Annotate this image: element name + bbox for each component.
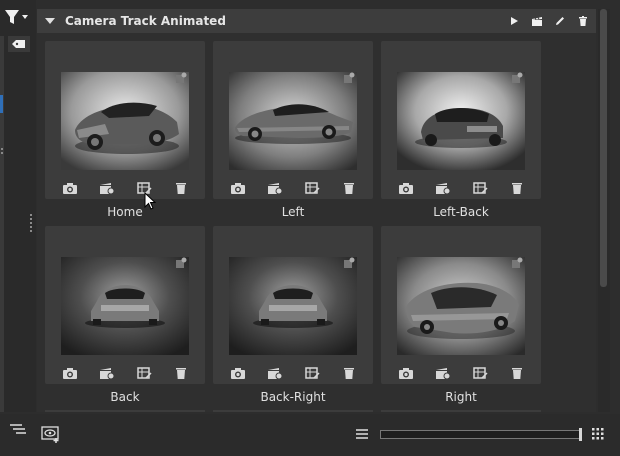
card-frame [45, 226, 205, 384]
grid-dots-icon[interactable] [591, 427, 605, 441]
eye-add-icon[interactable] [40, 424, 62, 444]
card-label: Right [445, 390, 477, 404]
card-toolbar [213, 364, 373, 382]
frame-edit-icon[interactable] [471, 365, 489, 381]
panel-header[interactable]: Camera Track Animated [37, 9, 596, 33]
keyframe-icon [512, 257, 523, 268]
keyframe-icon [176, 257, 187, 268]
camera-card[interactable]: Left-Back [381, 41, 541, 227]
record-icon[interactable] [266, 180, 284, 196]
camera-icon[interactable] [397, 180, 415, 196]
card-label: Back-Right [260, 390, 326, 404]
splitter-grip[interactable] [30, 214, 33, 232]
card-frame [381, 226, 541, 384]
card-partial [213, 410, 373, 412]
list-indent-icon[interactable] [8, 422, 28, 438]
card-partial [381, 410, 541, 412]
filter-dropdown-button[interactable] [0, 0, 32, 34]
card-frame [381, 41, 541, 199]
frame-edit-icon[interactable] [135, 365, 153, 381]
camera-thumbnail[interactable] [229, 72, 357, 170]
camera-card[interactable]: Back-Right [213, 226, 373, 412]
slider-handle[interactable] [579, 428, 582, 441]
thumbnail-size-slider[interactable] [380, 428, 582, 441]
camera-icon[interactable] [397, 365, 415, 381]
frame-edit-icon[interactable] [471, 180, 489, 196]
camera-card[interactable]: Right [381, 226, 541, 412]
record-icon[interactable] [434, 365, 452, 381]
selection-marker [0, 95, 3, 113]
camera-thumbnail[interactable] [397, 257, 525, 355]
card-label: Back [110, 390, 140, 404]
camera-icon[interactable] [229, 365, 247, 381]
card-label: Home [107, 205, 143, 219]
camera-track-panel: Camera Track Animated Home Left Left-Bac… [37, 9, 596, 412]
record-icon[interactable] [266, 365, 284, 381]
collapse-arrow-icon[interactable] [45, 18, 55, 24]
play-icon[interactable] [507, 14, 521, 28]
card-partial [45, 410, 205, 412]
camera-icon[interactable] [229, 180, 247, 196]
card-toolbar [45, 364, 205, 382]
keyframe-icon [176, 72, 187, 83]
menu-icon[interactable] [354, 427, 370, 441]
card-toolbar [381, 364, 541, 382]
mouse-cursor-icon [144, 192, 157, 210]
keyframe-icon [512, 72, 523, 83]
vertical-scrollbar[interactable] [598, 9, 610, 412]
frame-edit-icon[interactable] [303, 365, 321, 381]
camera-card[interactable]: Home [45, 41, 205, 227]
edge-dot [1, 152, 3, 154]
record-icon[interactable] [98, 180, 116, 196]
camera-icon[interactable] [61, 180, 79, 196]
trash-icon[interactable] [576, 14, 590, 28]
frame-edit-icon[interactable] [303, 180, 321, 196]
keyframe-icon [344, 72, 355, 83]
trash-icon[interactable] [508, 365, 526, 381]
camera-card[interactable]: Back [45, 226, 205, 412]
camera-thumbnail[interactable] [229, 257, 357, 355]
strip-edge [0, 36, 4, 412]
filter-icon [5, 10, 28, 24]
edge-dot [1, 148, 3, 150]
bottom-toolbar [0, 414, 620, 456]
card-label: Left [281, 205, 305, 219]
camera-icon[interactable] [61, 365, 79, 381]
header-toolbar [507, 9, 590, 33]
card-toolbar [45, 179, 205, 197]
pencil-icon[interactable] [553, 14, 567, 28]
trash-icon[interactable] [172, 365, 190, 381]
card-frame [213, 226, 373, 384]
card-toolbar [381, 179, 541, 197]
trash-icon[interactable] [340, 365, 358, 381]
card-frame [45, 41, 205, 199]
card-frame [213, 41, 373, 199]
tag-icon [12, 40, 25, 48]
camera-card[interactable]: Left [213, 41, 373, 227]
record-icon[interactable] [98, 365, 116, 381]
panel-title: Camera Track Animated [65, 14, 226, 28]
trash-icon[interactable] [172, 180, 190, 196]
scrollbar-thumb[interactable] [600, 9, 607, 287]
left-tool-strip [0, 0, 36, 412]
card-label: Left-Back [433, 205, 489, 219]
camera-thumbnail[interactable] [397, 72, 525, 170]
camera-tracks-window: Camera Track Animated Home Left Left-Bac… [0, 0, 620, 456]
camera-thumbnail[interactable] [61, 72, 189, 170]
trash-icon[interactable] [340, 180, 358, 196]
trash-icon[interactable] [508, 180, 526, 196]
record-icon[interactable] [434, 180, 452, 196]
tag-button[interactable] [8, 36, 30, 52]
keyframe-icon [344, 257, 355, 268]
card-toolbar [213, 179, 373, 197]
camera-thumbnail[interactable] [61, 257, 189, 355]
clapperboard-icon[interactable] [530, 14, 544, 28]
